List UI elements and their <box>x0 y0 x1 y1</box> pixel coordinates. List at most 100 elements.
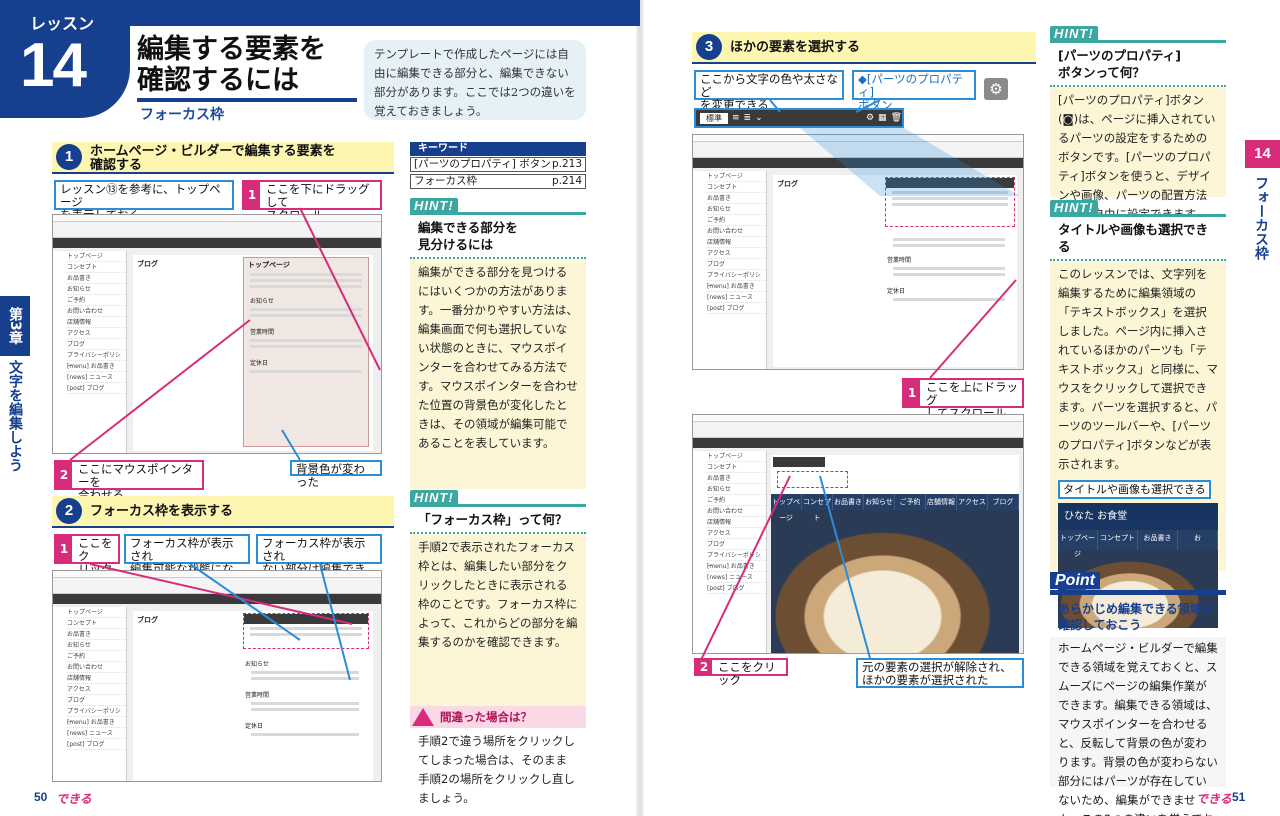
trash-icon[interactable]: 🗑 <box>891 113 902 123</box>
edit-canvas[interactable]: ブログ トップページ お知らせ 営業時間 定休日 <box>133 255 373 451</box>
focus-frame[interactable] <box>243 613 369 649</box>
tree-item[interactable]: ブログ <box>707 259 766 270</box>
tree-item[interactable]: お品書き <box>707 193 766 204</box>
hint3-title: [パーツのプロパティ] ボタンって何？ <box>1050 43 1226 87</box>
tree-item[interactable]: お知らせ <box>707 484 766 495</box>
tree-item[interactable]: お問い合わせ <box>707 506 766 517</box>
food-photo[interactable] <box>771 510 1019 653</box>
tree-item[interactable]: ブログ <box>67 695 126 706</box>
edit-canvas[interactable]: ブログ 営業時間 定休日 <box>773 175 1017 367</box>
hint2-box: HINT! 「フォーカス枠」って何？ 手順2で表示されたフォーカス枠とは、編集し… <box>410 490 586 714</box>
tree-item[interactable]: プライバシーポリシー <box>707 270 766 290</box>
style-select[interactable]: 標準 <box>700 112 728 124</box>
tree-item[interactable]: プライバシーポリシー <box>67 350 126 370</box>
warning-body: 手順2で違う場所をクリックしてしまった場合は、そのまま手順2の場所をクリックし直… <box>410 728 586 812</box>
site-nav-item[interactable]: トップページ <box>771 494 802 522</box>
tree-item[interactable]: アクセス <box>707 248 766 259</box>
tree-item[interactable]: [menu] お品書き <box>707 281 766 292</box>
intro-text: テンプレートで作成したページには自由に編集できる部分と、編集できない部分がありま… <box>364 40 586 120</box>
tree-item[interactable]: トップページ <box>707 171 766 182</box>
tree-item[interactable]: トップページ <box>707 451 766 462</box>
site-nav-item[interactable]: お知らせ <box>864 494 895 510</box>
tree-item[interactable]: お問い合わせ <box>67 306 126 317</box>
tree-item[interactable]: お知らせ <box>67 640 126 651</box>
tree-item[interactable]: [news] ニュース <box>67 372 126 383</box>
site-nav-item[interactable]: 店舗情報 <box>926 494 957 510</box>
hint4-callout: タイトルや画像も選択できる <box>1058 480 1211 499</box>
tree-item[interactable]: 店舗情報 <box>707 237 766 248</box>
tree-item[interactable]: コンセプト <box>67 262 126 273</box>
tree-item[interactable]: [post] ブログ <box>707 583 766 594</box>
focus-frame[interactable] <box>885 177 1015 227</box>
tree-item[interactable]: トップページ <box>67 607 126 618</box>
tree-item[interactable]: [news] ニュース <box>707 572 766 583</box>
grid-icon[interactable]: ▦ <box>878 113 887 123</box>
focus-toolbar[interactable] <box>886 178 1014 188</box>
tree-item[interactable]: [news] ニュース <box>67 728 126 739</box>
edit-canvas[interactable]: ブログ お知らせ 営業時間 定休日 <box>133 611 373 781</box>
align-icon[interactable]: ≣ <box>744 113 752 123</box>
hover-region[interactable]: トップページ お知らせ 営業時間 定休日 <box>243 257 369 447</box>
tree-item[interactable]: [post] ブログ <box>67 739 126 750</box>
step3-callout-click: 2 ここをクリック <box>694 658 788 687</box>
tree-item[interactable]: お品書き <box>67 629 126 640</box>
tree-item[interactable]: コンセプト <box>67 618 126 629</box>
tree-item[interactable]: 店舗情報 <box>707 517 766 528</box>
tree-item[interactable]: お知らせ <box>67 284 126 295</box>
site-name[interactable]: ひなた お食堂 <box>777 471 849 488</box>
tree-item[interactable]: コンセプト <box>707 462 766 473</box>
tree-item[interactable]: 店舗情報 <box>67 673 126 684</box>
tree-item[interactable]: お問い合わせ <box>707 226 766 237</box>
tree-item[interactable]: [menu] お品書き <box>67 717 126 728</box>
parts-toolbar[interactable]: 標準 ≡ ≣ ⌄ ⚙ ▦ 🗑 <box>694 108 904 128</box>
gear-icon[interactable]: ⚙ <box>984 78 1008 100</box>
tree-item[interactable]: お問い合わせ <box>67 662 126 673</box>
tree-item[interactable]: アクセス <box>67 328 126 339</box>
tree-item[interactable]: お品書き <box>707 473 766 484</box>
gear-icon[interactable]: ⚙ <box>866 113 874 123</box>
tree-item[interactable]: [news] ニュース <box>707 292 766 303</box>
hint1-title-line2: 見分けるには <box>418 237 494 252</box>
hint4-box: HINT! タイトルや画像も選択できる このレッスンでは、文字列を編集するために… <box>1050 200 1226 628</box>
site-nav-item[interactable]: アクセス <box>957 494 988 510</box>
tree-item[interactable]: ご予約 <box>707 215 766 226</box>
tree-item[interactable]: ブログ <box>707 539 766 550</box>
page-number-right: 51 <box>1232 790 1246 804</box>
site-nav-item[interactable]: ブログ <box>988 494 1019 510</box>
site-nav-item: お <box>1178 530 1218 550</box>
callout-number: 1 <box>244 182 260 208</box>
hours-label: 営業時間 <box>250 329 275 336</box>
tree-item[interactable]: トップページ <box>67 251 126 262</box>
tree-item[interactable]: アクセス <box>67 684 126 695</box>
tree-item[interactable]: [post] ブログ <box>707 303 766 314</box>
lesson-number: 14 <box>20 31 87 100</box>
hint1-title-line1: 編集できる部分を <box>418 220 518 235</box>
chevron-down-icon[interactable]: ⌄ <box>755 113 763 123</box>
site-nav-item[interactable]: ご予約 <box>895 494 926 510</box>
tree-item[interactable]: アクセス <box>707 528 766 539</box>
tree-item[interactable]: [post] ブログ <box>67 383 126 394</box>
site-preview[interactable]: ひなた お食堂 トップページ コンセプト お品書き お知らせ ご予約 店舗情報 … <box>771 455 1019 653</box>
tree-item[interactable]: 店舗情報 <box>67 317 126 328</box>
hours-label: 営業時間 <box>887 257 912 264</box>
step3-callout-selected: 元の要素の選択が解除され、 ほかの要素が選択された <box>856 658 1024 688</box>
site-nav-item[interactable]: コンセプト <box>802 494 833 522</box>
tree-item[interactable]: ブログ <box>67 339 126 350</box>
tree-item[interactable]: [menu] お品書き <box>67 361 126 372</box>
page-number-left: 50 <box>34 790 48 804</box>
focus-toolbar[interactable] <box>244 614 368 624</box>
tree-item[interactable]: プライバシーポリシー <box>67 706 126 726</box>
tree-item[interactable]: ご予約 <box>707 495 766 506</box>
align-icon[interactable]: ≡ <box>732 113 740 123</box>
tree-item[interactable]: お品書き <box>67 273 126 284</box>
tree-item[interactable]: お知らせ <box>707 204 766 215</box>
focus-toolbar[interactable] <box>773 457 825 467</box>
tree-item[interactable]: コンセプト <box>707 182 766 193</box>
tree-item[interactable]: ご予約 <box>67 295 126 306</box>
step3-number: 3 <box>696 34 722 60</box>
tree-item[interactable]: ご予約 <box>67 651 126 662</box>
tree-item[interactable]: プライバシーポリシー <box>707 550 766 570</box>
site-nav-item[interactable]: お品書き <box>833 494 864 510</box>
point-title-line1: あらかじめ編集できる領域を <box>1058 602 1214 616</box>
tree-item[interactable]: [menu] お品書き <box>707 561 766 572</box>
